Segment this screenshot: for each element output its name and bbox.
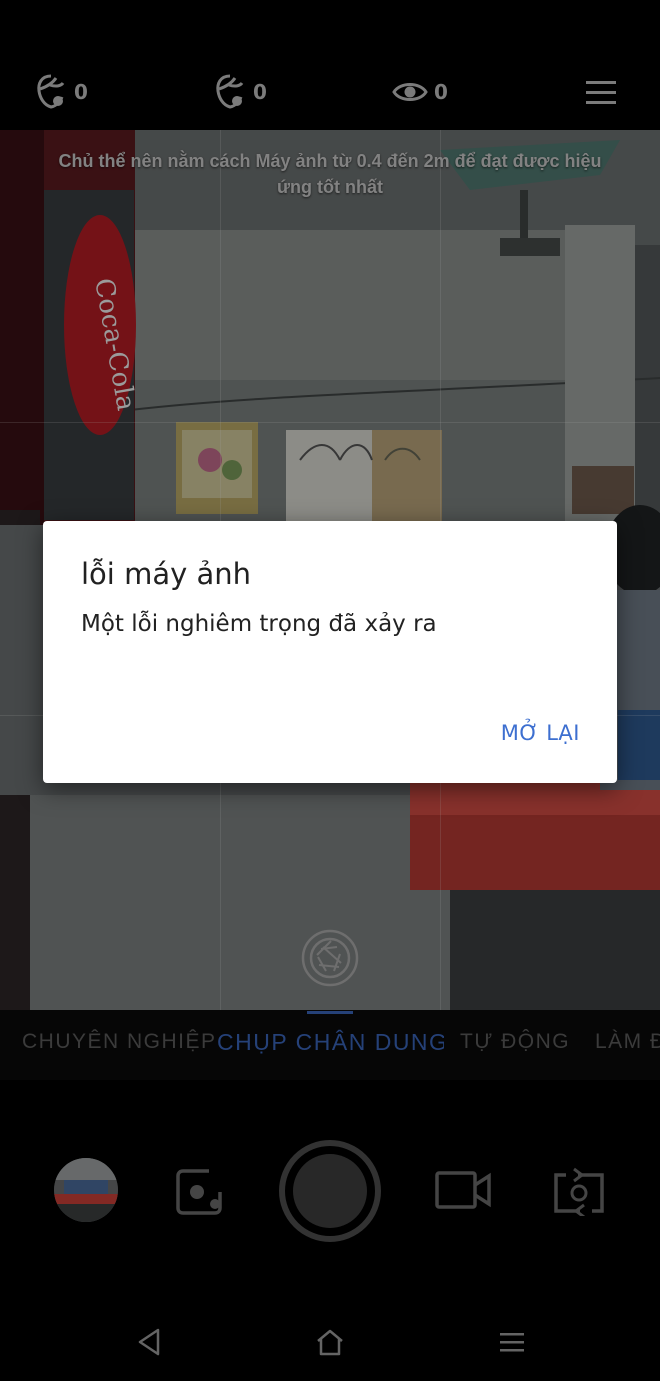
beauty-level-1: 0	[74, 80, 88, 104]
back-icon[interactable]	[136, 1328, 162, 1356]
beauty-face-icon	[37, 74, 65, 109]
menu-button[interactable]	[585, 72, 617, 112]
beauty-level-2: 0	[253, 80, 267, 104]
mode-pro[interactable]: CHUYÊN NGHIỆP	[22, 1030, 217, 1054]
reopen-button[interactable]: MỞ LẠI	[501, 721, 580, 745]
shutter-button[interactable]	[279, 1140, 381, 1242]
mode-next[interactable]: LÀM Đ	[595, 1030, 660, 1054]
shutter-inner	[293, 1154, 367, 1228]
eye-control[interactable]: 0	[392, 72, 448, 112]
mode-auto[interactable]: TỰ ĐỘNG	[460, 1030, 570, 1054]
portrait-distance-hint: Chủ thể nên nằm cách Máy ảnh từ 0.4 đến …	[58, 151, 602, 197]
top-toolbar: 0 0 0	[0, 0, 660, 130]
eye-icon	[392, 83, 428, 101]
system-navigation-bar	[0, 1300, 660, 1381]
eye-level: 0	[434, 80, 448, 104]
beauty-control-2[interactable]: 0	[213, 72, 267, 112]
mode-portrait[interactable]: CHỤP CHÂN DUNG	[217, 1029, 444, 1056]
gallery-image	[54, 1158, 118, 1222]
recents-icon[interactable]	[499, 1330, 525, 1354]
gallery-thumbnail[interactable]	[54, 1158, 118, 1222]
active-mode-indicator	[307, 1011, 353, 1014]
camera-error-dialog: lỗi máy ảnh Một lỗi nghiêm trọng đã xảy …	[43, 521, 617, 783]
grid-line	[0, 422, 660, 423]
aperture-icon[interactable]	[301, 929, 359, 987]
video-icon[interactable]	[434, 1168, 492, 1212]
dialog-message: Một lỗi nghiêm trọng đã xảy ra	[81, 611, 437, 637]
dialog-title: lỗi máy ảnh	[81, 557, 252, 591]
photo-mode-icon[interactable]	[175, 1168, 223, 1216]
camera-mode-selector: CHUYÊN NGHIỆP CHỤP CHÂN DUNG TỰ ĐỘNG LÀM…	[0, 1010, 660, 1080]
beauty-face-icon	[216, 74, 244, 109]
home-icon[interactable]	[315, 1328, 345, 1356]
menu-icon	[586, 81, 616, 104]
switch-camera-icon[interactable]	[552, 1166, 606, 1216]
beauty-control-1[interactable]: 0	[34, 72, 88, 112]
